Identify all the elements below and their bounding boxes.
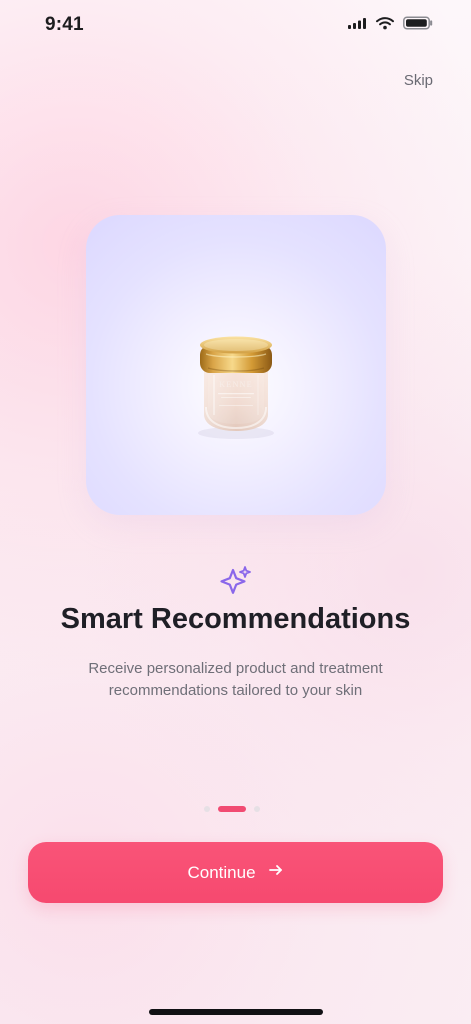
page-dot-2-active — [218, 806, 246, 812]
description-line-2: recommendations tailored to your skin — [108, 682, 363, 699]
page-title: Smart Recommendations — [60, 603, 411, 635]
battery-icon — [403, 16, 433, 35]
brand-text: KENNE — [219, 380, 253, 389]
skincare-jar-image: KENNE — [198, 336, 274, 439]
pagination-indicator — [204, 804, 268, 814]
wifi-icon — [375, 16, 395, 35]
arrow-right-icon — [268, 862, 284, 883]
page-dot-3 — [254, 806, 260, 812]
status-time: 9:41 — [45, 14, 84, 35]
skip-button[interactable]: Skip — [404, 72, 433, 89]
description-line-1: Receive personalized product and treatme… — [88, 660, 383, 677]
continue-label: Continue — [187, 862, 256, 882]
status-bar: 9:41 — [0, 0, 471, 54]
signal-icon — [347, 17, 367, 35]
home-indicator[interactable] — [149, 1009, 323, 1015]
product-card: KENNE — [86, 215, 386, 515]
page-dot-1 — [204, 806, 210, 812]
status-icons — [347, 16, 433, 35]
continue-button[interactable]: Continue — [28, 842, 443, 903]
description-text: Receive personalized product and treatme… — [35, 658, 436, 702]
sparkle-icon — [218, 563, 253, 598]
